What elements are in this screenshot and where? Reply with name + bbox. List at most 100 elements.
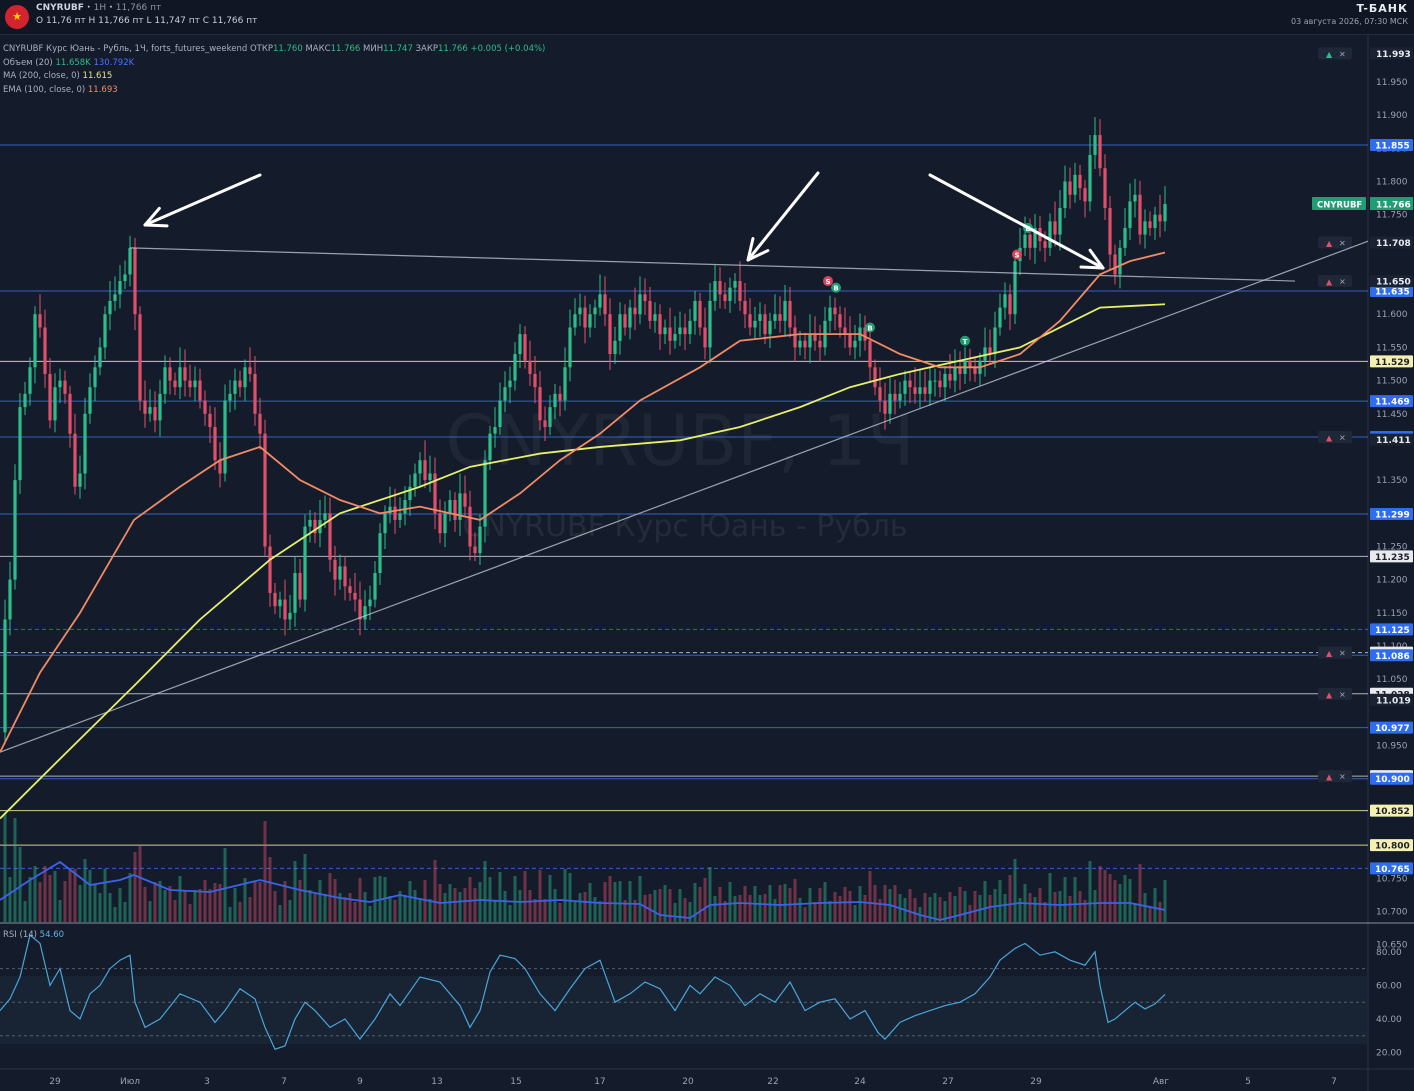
candle-body: [1118, 247, 1122, 275]
volume-bar: [68, 870, 72, 922]
price-tick-label: 10.750: [1376, 874, 1408, 884]
candle-body: [1053, 221, 1057, 235]
volume-bar: [908, 889, 912, 922]
volume-bar: [508, 905, 512, 922]
ema-value: 11.693: [87, 84, 118, 95]
price-label: 11.708: [1376, 239, 1411, 249]
price-tick-label: 10.700: [1376, 907, 1408, 917]
time-tick-label: 17: [594, 1077, 605, 1087]
volume-bar: [388, 896, 392, 922]
candle-body: [718, 281, 722, 295]
candle-body: [593, 307, 597, 315]
alert-widget: [1318, 275, 1352, 288]
symbol: CNYRUBF: [36, 3, 84, 13]
volume-bar: [43, 866, 47, 922]
volume-bar: [433, 860, 437, 922]
rsi-value: 54.60: [39, 930, 65, 940]
legend-main[interactable]: CNYRUBF Курс Юань - Рубль, 1Ч, forts_fut…: [3, 43, 545, 57]
candle-body: [423, 460, 427, 481]
candle-body: [613, 340, 617, 355]
candle-body: [793, 327, 797, 348]
candle-body: [173, 380, 177, 388]
time-tick-label: 29: [1030, 1077, 1042, 1087]
candle-body: [358, 599, 362, 620]
price-tick-label: 11.500: [1376, 377, 1408, 387]
ohlc-readout: O 11,76 пт H 11,766 пт L 11,747 пт C 11,…: [36, 16, 258, 26]
signal-marker: B: [831, 282, 841, 293]
indicator-legend: CNYRUBF Курс Юань - Рубль, 1Ч, forts_fut…: [3, 43, 545, 97]
volume-bar: [328, 873, 332, 922]
alert-bell-icon: ▲: [1326, 649, 1333, 658]
candle-body: [513, 354, 517, 381]
candle-body: [998, 307, 1002, 328]
candle-body: [108, 300, 112, 315]
chart-background: [0, 0, 1414, 1091]
alert-widget: [1318, 236, 1352, 249]
candle-body: [608, 314, 612, 355]
volume-bar: [53, 871, 57, 922]
candle-body: [898, 393, 902, 401]
candle-body: [93, 367, 97, 388]
volume-bar: [658, 889, 662, 922]
volume-bar: [983, 881, 987, 922]
price-label: 11.411: [1376, 436, 1411, 446]
candle-body: [748, 314, 752, 328]
candle-body: [333, 559, 337, 580]
legend-ema[interactable]: EMA (100, close, 0) 11.693: [3, 84, 545, 98]
volume-bar: [1108, 874, 1112, 922]
candle-body: [833, 307, 837, 315]
candle-body: [538, 387, 542, 421]
candle-body: [743, 300, 747, 315]
candle-body: [1023, 234, 1027, 248]
volume-bar: [833, 892, 837, 922]
close-icon: ✕: [1339, 50, 1346, 59]
candle-body: [13, 480, 17, 580]
candle-body: [973, 367, 977, 374]
candle-body: [638, 294, 642, 315]
time-tick-label: 7: [1331, 1077, 1337, 1087]
candle-body: [598, 294, 602, 308]
volume-bar: [643, 895, 647, 922]
candle-body: [623, 314, 627, 328]
volume-bar: [273, 891, 277, 922]
candle-body: [1098, 135, 1102, 169]
candle-body: [218, 460, 222, 474]
time-tick-label: 22: [767, 1077, 778, 1087]
candle-body: [233, 380, 237, 394]
volume-bar: [138, 846, 142, 922]
candle-body: [493, 427, 497, 434]
volume-bar: [143, 887, 147, 922]
volume-bar: [128, 873, 132, 922]
candle-body: [953, 367, 957, 381]
volume-bar: [878, 899, 882, 922]
volume-bar: [708, 867, 712, 922]
symbol-title[interactable]: CNYRUBF · 1H · 11,766 пт: [36, 3, 161, 13]
candle-body: [728, 287, 732, 301]
volume-bar: [958, 887, 962, 922]
price-tick-label: 11.800: [1376, 177, 1408, 187]
alert-bell-icon: ▲: [1326, 50, 1333, 59]
time-tick-label: 9: [357, 1077, 363, 1087]
volume-bar: [13, 818, 17, 922]
candle-body: [98, 347, 102, 368]
volume-bar: [848, 891, 852, 922]
volume-name: Объем (20): [3, 57, 53, 68]
legend-volume[interactable]: Объем (20) 11.658K 130.792K: [3, 57, 545, 71]
volume-bar: [413, 890, 417, 922]
candle-body: [393, 506, 397, 520]
candle-body: [583, 307, 587, 328]
price-chart[interactable]: CNYRUBF, 1ЧCNYRUBF Курс Юань - Рубль11.9…: [0, 0, 1414, 1091]
candle-body: [968, 360, 972, 368]
candle-body: [533, 373, 537, 388]
legend-ma[interactable]: MA (200, close, 0) 11.615: [3, 70, 545, 84]
candle-body: [353, 592, 357, 600]
rsi-legend[interactable]: RSI (14) 54.60: [3, 930, 64, 940]
interval[interactable]: 1H: [94, 3, 107, 13]
candle-body: [103, 314, 107, 348]
candle-body: [398, 513, 402, 520]
candle-body: [603, 294, 607, 315]
volume-bar: [223, 848, 227, 922]
candle-body: [3, 619, 7, 733]
alert-widget: [1318, 430, 1352, 443]
volume-bar: [923, 893, 927, 922]
